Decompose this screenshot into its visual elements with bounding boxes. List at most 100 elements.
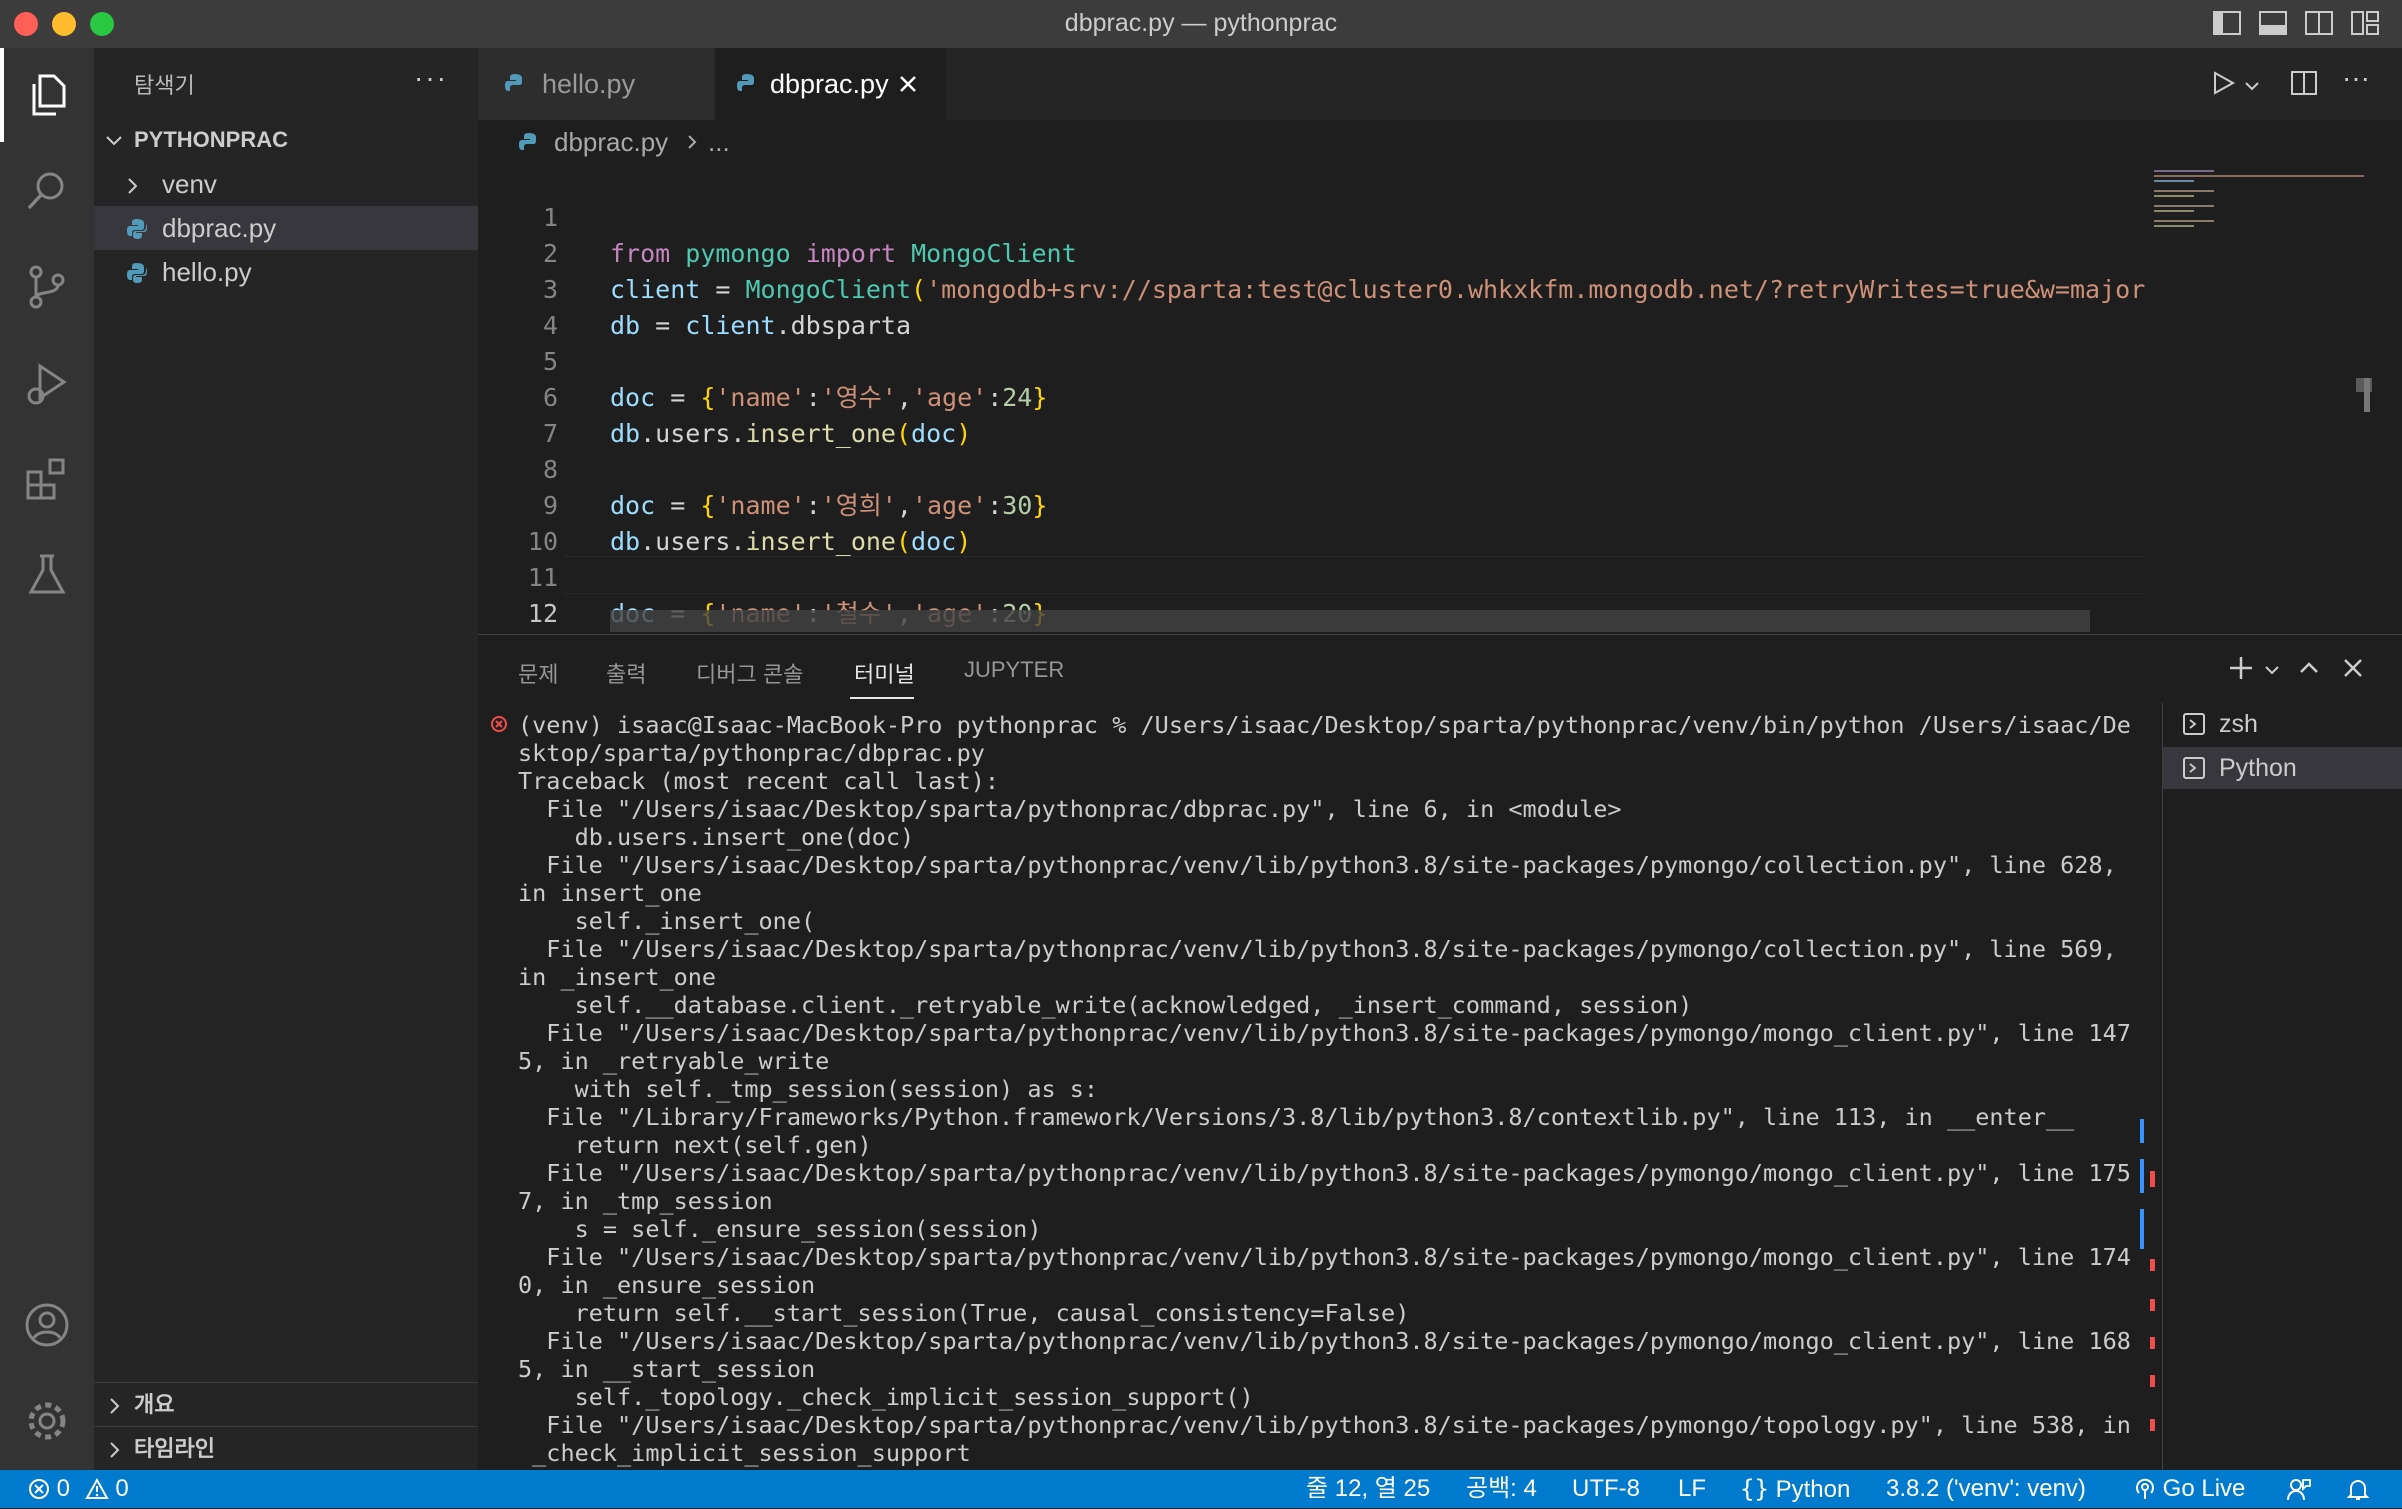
tab-hello-py[interactable]: hello.py: [478, 48, 714, 120]
tab-dbprac-py[interactable]: dbprac.py: [716, 48, 946, 120]
terminal-line: in insert_one: [518, 879, 702, 907]
terminal-line: File "/Users/isaac/Desktop/sparta/python…: [518, 1411, 2131, 1439]
code-line[interactable]: 3 db = client.dbsparta: [478, 236, 911, 340]
terminal-icon: [2183, 713, 2205, 735]
code-token: import: [805, 239, 897, 268]
code-token: =: [700, 275, 746, 304]
feedback-icon[interactable]: [2286, 1476, 2312, 1502]
tab-terminal[interactable]: 터미널: [854, 657, 915, 689]
toggle-panel-icon[interactable]: [2258, 10, 2288, 36]
explorer-icon[interactable]: [0, 48, 94, 142]
more-actions-icon[interactable]: ···: [414, 62, 448, 94]
code-line[interactable]: 1 from pymongo import MongoClient: [478, 164, 1077, 268]
error-circle-icon: [491, 716, 507, 732]
chevron-down-icon[interactable]: [2244, 78, 2260, 94]
more-actions-icon[interactable]: ···: [2342, 62, 2370, 94]
extensions-icon[interactable]: [0, 432, 94, 526]
code-token: =: [640, 311, 686, 340]
close-tab-icon[interactable]: [898, 74, 918, 94]
python-interpreter[interactable]: 3.8.2 ('venv': venv): [1886, 1470, 2086, 1508]
tree-item-venv[interactable]: venv: [94, 162, 478, 206]
timeline-section[interactable]: 타임라인: [94, 1426, 478, 1471]
go-live-button[interactable]: Go Live: [2134, 1470, 2245, 1508]
close-panel-icon[interactable]: [2342, 657, 2364, 679]
section-label: 타임라인: [134, 1436, 215, 1461]
code-line[interactable]: 11 doc = {'name':'철수','age':20}: [478, 524, 1048, 628]
code-token: pymongo: [685, 239, 791, 268]
toggle-secondary-sidebar-icon[interactable]: [2304, 10, 2334, 36]
terminal-line: File "/Users/isaac/Desktop/sparta/python…: [518, 795, 1622, 823]
notifications-bell-icon[interactable]: [2346, 1477, 2370, 1501]
tree-item-label: hello.py: [162, 257, 252, 287]
outline-section[interactable]: 개요: [94, 1382, 478, 1427]
breadcrumb-symbol[interactable]: ...: [708, 120, 730, 164]
python-file-icon: [127, 263, 147, 283]
code-line[interactable]: 12 db.users.insert_one(doc): [478, 560, 973, 665]
encoding[interactable]: UTF-8: [1572, 1470, 1640, 1508]
code-line[interactable]: 7: [478, 380, 558, 448]
code-token: client: [610, 275, 701, 304]
terminal-scrollbar-markers: [2140, 1119, 2155, 1431]
customize-layout-icon[interactable]: [2350, 10, 2380, 36]
code-line[interactable]: 4: [478, 272, 558, 340]
code-line[interactable]: 5 doc = {'name':'영수','age':24}: [478, 308, 1047, 412]
toggle-primary-sidebar-icon[interactable]: [2212, 10, 2242, 36]
accounts-icon[interactable]: [0, 1278, 94, 1372]
tree-item-hello[interactable]: hello.py: [94, 250, 478, 294]
terminal-line: self._topology._check_implicit_session_s…: [518, 1383, 1254, 1411]
settings-gear-icon[interactable]: [0, 1374, 94, 1468]
terminal-line: 7, in _tmp_session: [518, 1187, 773, 1215]
code-line[interactable]: 8 doc = {'name':'영희','age':30}: [478, 416, 1047, 520]
run-python-file-icon[interactable]: [2210, 70, 2236, 96]
end-of-line[interactable]: LF: [1678, 1470, 1706, 1508]
horizontal-scrollbar[interactable]: [610, 610, 2090, 632]
source-control-icon[interactable]: [0, 240, 94, 334]
terminal-line: 5, in _retryable_write: [518, 1047, 830, 1075]
testing-flask-icon[interactable]: [0, 528, 94, 622]
terminal-line: db.users.insert_one(doc): [518, 823, 915, 851]
problems-status[interactable]: 0 0: [28, 1470, 129, 1508]
warning-count: 0: [115, 1475, 129, 1502]
indentation[interactable]: 공백: 4: [1466, 1470, 1537, 1508]
code-token: '영희': [820, 491, 897, 520]
split-editor-icon[interactable]: [2290, 70, 2318, 96]
cursor-position[interactable]: 줄 12, 열 25: [1306, 1470, 1430, 1508]
python-file-icon: [127, 219, 147, 239]
terminal-output[interactable]: (venv) isaac@Isaac-MacBook-Pro pythonpra…: [518, 711, 2198, 1467]
code-line[interactable]: 6 db.users.insert_one(doc): [478, 344, 971, 448]
python-file-icon: [737, 74, 754, 91]
terminal-item-python[interactable]: Python: [2163, 747, 2402, 789]
chevron-down-icon[interactable]: [2264, 662, 2280, 678]
code-token: .users.: [640, 419, 746, 448]
tab-debug-console[interactable]: 디버그 콘솔: [696, 657, 803, 689]
braces-icon: {}: [1740, 1475, 1769, 1503]
search-icon[interactable]: [0, 144, 94, 238]
run-and-debug-icon[interactable]: [0, 336, 94, 430]
terminal-item-zsh[interactable]: zsh: [2163, 703, 2402, 745]
terminal-line: File "/Users/isaac/Desktop/sparta/python…: [518, 1019, 2131, 1047]
tab-jupyter[interactable]: JUPYTER: [964, 657, 1064, 683]
status-bar: 0 0 줄 12, 열 25 공백: 4 UTF-8 LF {} Python …: [0, 1470, 2402, 1508]
code-token: =: [655, 491, 701, 520]
code-token: 'mongodb+srv://sparta:test@cluster0.whkx…: [926, 275, 2206, 304]
code-token: insert_one: [745, 527, 896, 556]
minimap[interactable]: [2146, 164, 2376, 634]
bottom-panel: 문제 출력 디버그 콘솔 터미널 JUPYTER (venv) isaac@Is…: [478, 634, 2402, 1473]
tab-output[interactable]: 출력: [606, 657, 646, 689]
code-editor[interactable]: 1 from pymongo import MongoClient 2 clie…: [478, 164, 2402, 665]
code-line[interactable]: 9 db.users.insert_one(doc): [478, 452, 971, 556]
maximize-panel-icon[interactable]: [2298, 657, 2320, 679]
terminal-line: File "/Users/isaac/Desktop/sparta/python…: [518, 851, 2117, 879]
terminal-line: File "/Users/isaac/Desktop/sparta/python…: [518, 935, 2117, 963]
project-folder-header[interactable]: PYTHONPRAC: [94, 118, 478, 162]
new-terminal-icon[interactable]: [2228, 655, 2254, 681]
python-file-icon: [519, 133, 536, 150]
tree-item-dbprac[interactable]: dbprac.py: [94, 206, 478, 250]
code-line[interactable]: 2 client = MongoClient('mongodb+srv://sp…: [478, 200, 2206, 304]
tab-problems[interactable]: 문제: [518, 657, 558, 689]
broadcast-icon: [2136, 1478, 2154, 1499]
breadcrumb-file[interactable]: dbprac.py: [554, 120, 668, 164]
code-token: MongoClient: [745, 275, 912, 304]
language-mode[interactable]: {} Python: [1740, 1470, 1850, 1509]
code-line[interactable]: 10: [478, 488, 558, 556]
